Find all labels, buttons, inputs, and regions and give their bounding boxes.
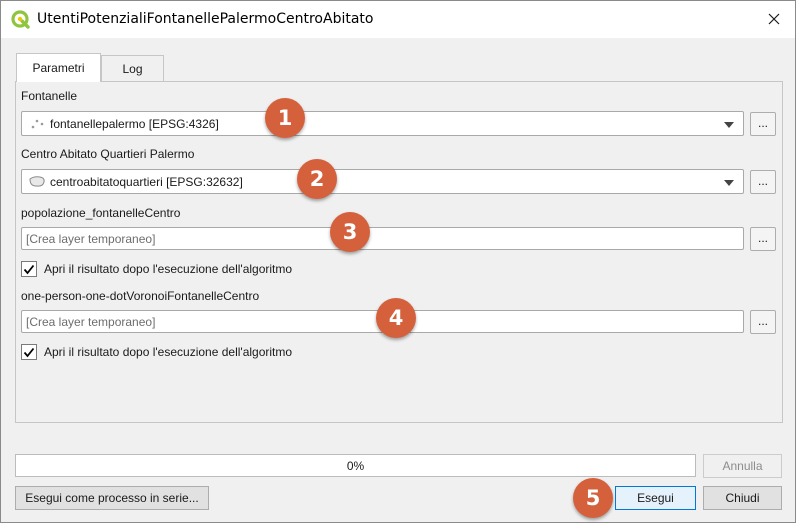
annotation-badge-5: 5 [573, 478, 613, 518]
voronoi-open-label: Apri il risultato dopo l'esecuzione dell… [44, 345, 293, 359]
popolazione-label: popolazione_fontanelleCentro [21, 206, 181, 220]
fontanelle-browse-button[interactable]: ... [750, 112, 776, 136]
checkbox-box[interactable] [21, 261, 37, 277]
title-bar: UtentiPotenzialiFontanellePalermoCentroA… [1, 1, 795, 38]
polygon-layer-icon [29, 176, 45, 187]
checkbox-box[interactable] [21, 344, 37, 360]
popolazione-output-input[interactable] [22, 228, 743, 249]
progress-text: 0% [346, 459, 365, 473]
fontanelle-value: fontanellepalermo [EPSG:4326] [50, 117, 219, 131]
popolazione-open-checkbox[interactable]: Apri il risultato dopo l'esecuzione dell… [21, 260, 292, 278]
voronoi-open-checkbox[interactable]: Apri il risultato dopo l'esecuzione dell… [21, 343, 292, 361]
close-button[interactable]: Chiudi [703, 486, 782, 510]
chevron-down-icon [724, 122, 734, 128]
qgis-logo-icon [11, 10, 30, 29]
window-title: UtentiPotenzialiFontanellePalermoCentroA… [37, 11, 374, 27]
popolazione-open-label: Apri il risultato dopo l'esecuzione dell… [44, 262, 293, 276]
batch-process-button[interactable]: Esegui come processo in serie... [15, 486, 209, 510]
centro-browse-button[interactable]: ... [750, 170, 776, 194]
run-button[interactable]: Esegui [615, 486, 696, 510]
fontanelle-label: Fontanelle [21, 89, 78, 103]
annotation-badge-2: 2 [297, 159, 337, 199]
centro-value: centroabitatoquartieri [EPSG:32632] [50, 175, 243, 189]
close-icon [768, 13, 780, 25]
voronoi-browse-button[interactable]: ... [750, 310, 776, 334]
tab-log[interactable]: Log [101, 55, 164, 81]
popolazione-output-field[interactable] [21, 227, 744, 250]
point-layer-icon [31, 119, 44, 129]
chevron-down-icon [724, 180, 734, 186]
checkmark-icon [23, 264, 35, 274]
checkmark-icon [23, 347, 35, 357]
annotation-badge-3: 3 [330, 212, 370, 252]
centro-combo[interactable]: centroabitatoquartieri [EPSG:32632] [21, 169, 744, 194]
progress-bar: 0% [15, 454, 696, 477]
annotation-badge-1: 1 [265, 98, 305, 138]
popolazione-browse-button[interactable]: ... [750, 227, 776, 251]
cancel-button[interactable]: Annulla [703, 454, 782, 478]
close-window-button[interactable] [759, 5, 789, 33]
voronoi-label: one-person-one-dotVoronoiFontanelleCentr… [21, 289, 260, 303]
tab-parametri[interactable]: Parametri [16, 53, 101, 82]
fontanelle-combo[interactable]: fontanellepalermo [EPSG:4326] [21, 111, 744, 136]
centro-label: Centro Abitato Quartieri Palermo [21, 147, 195, 161]
dialog-window: UtentiPotenzialiFontanellePalermoCentroA… [0, 0, 796, 523]
annotation-badge-4: 4 [376, 298, 416, 338]
